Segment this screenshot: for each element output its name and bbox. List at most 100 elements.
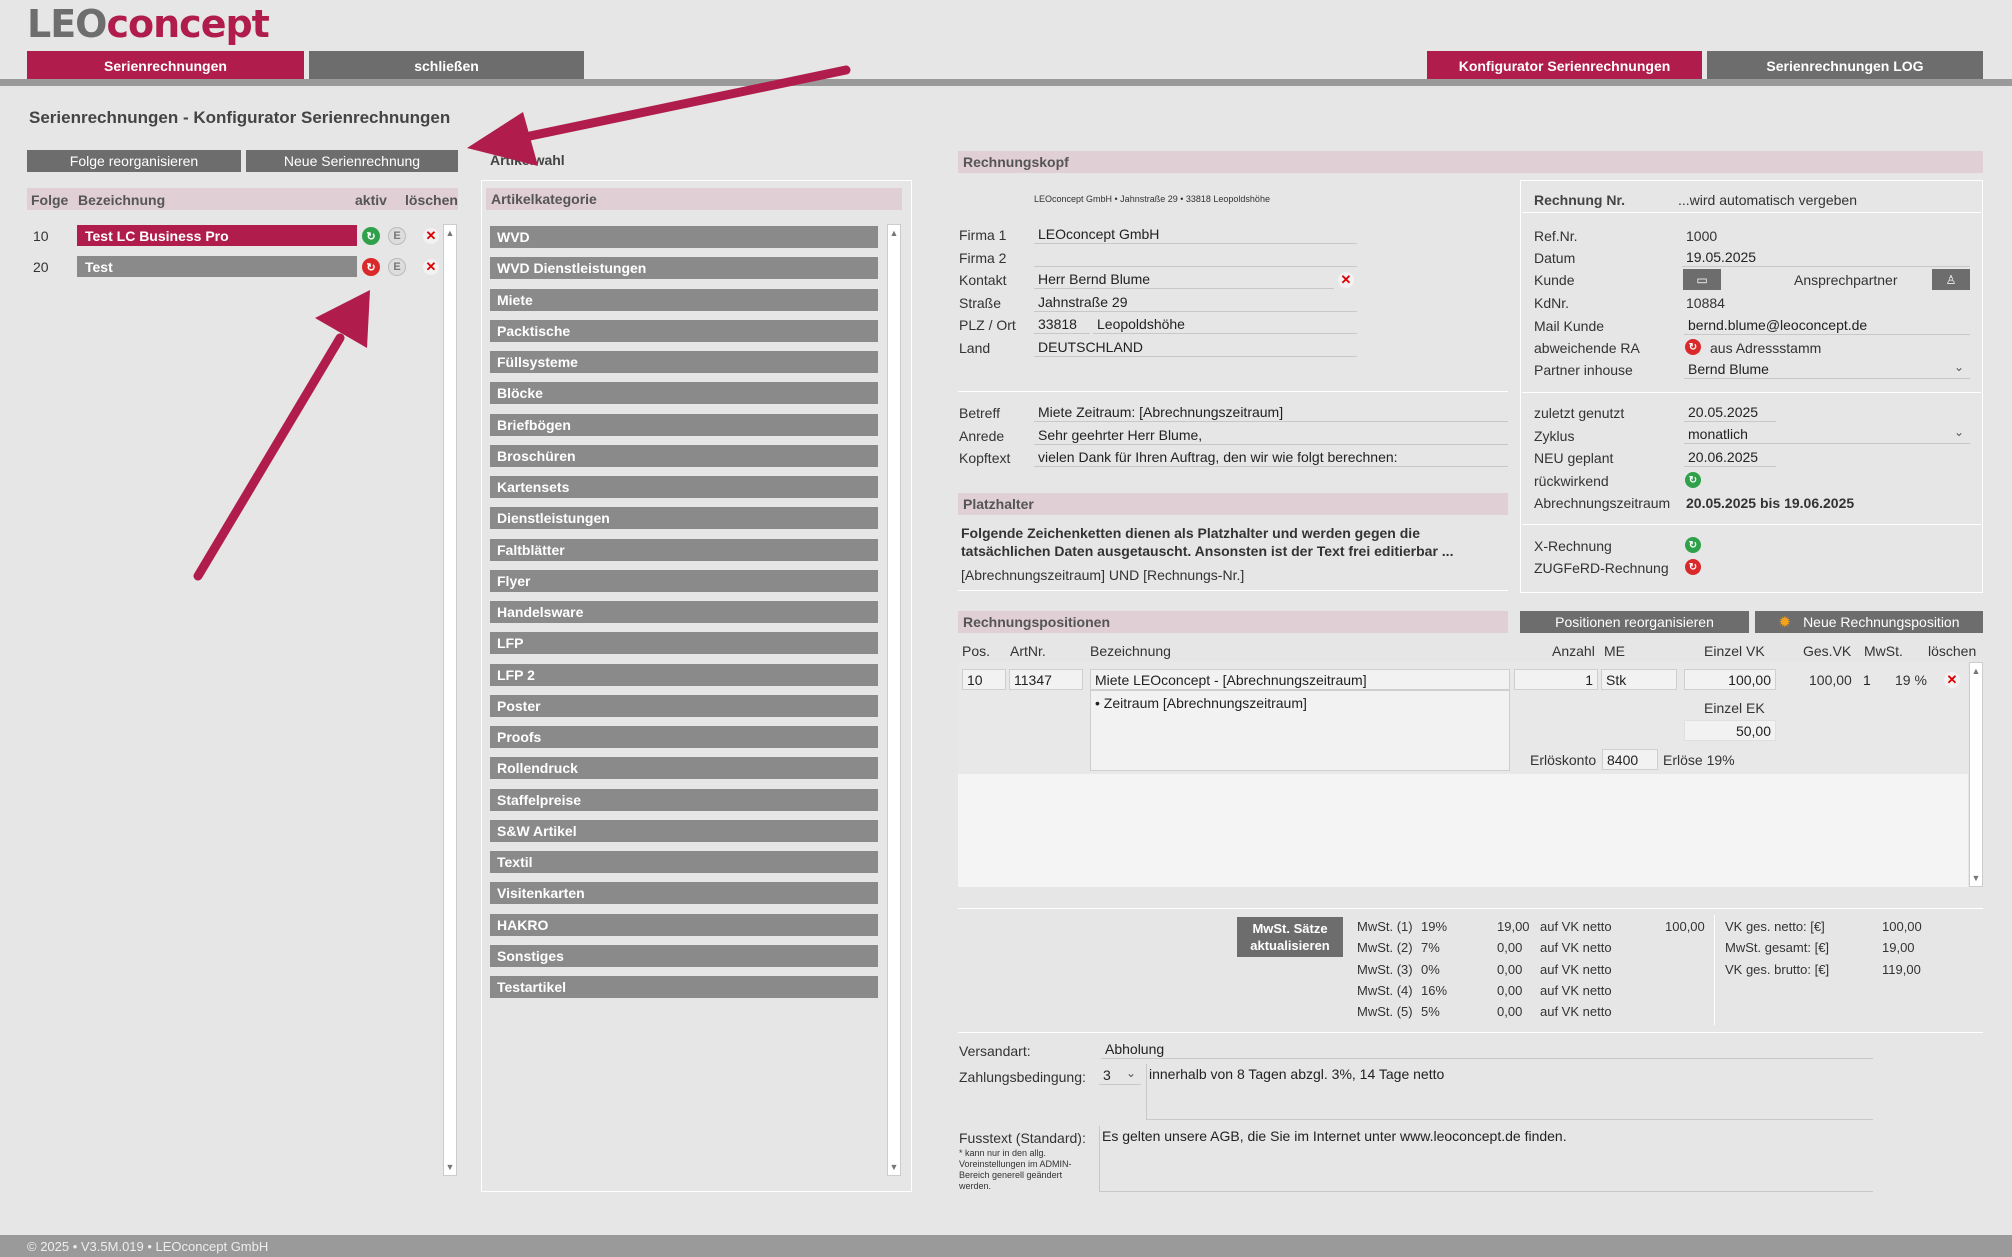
edit-e-icon[interactable]: E — [388, 227, 406, 245]
scroll-up-icon[interactable]: ▲ — [888, 227, 900, 239]
fusstext-field[interactable]: Es gelten unsere AGB, die Sie im Interne… — [1099, 1126, 1873, 1192]
category-item[interactable]: Textil — [490, 851, 878, 873]
category-item[interactable]: LFP 2 — [490, 663, 878, 686]
rueckwirkend-toggle-icon[interactable]: ↻ — [1685, 472, 1701, 488]
scroll-down-icon[interactable]: ▼ — [888, 1161, 900, 1173]
chevron-down-icon[interactable]: ⌄ — [1954, 425, 1964, 439]
serie-item-test[interactable]: Test — [77, 256, 357, 277]
category-item[interactable]: Füllsysteme — [490, 351, 878, 373]
scroll-up-icon[interactable]: ▲ — [444, 227, 456, 239]
category-item[interactable]: Kartensets — [490, 476, 878, 498]
einzel-vk-field[interactable]: 100,00 — [1684, 669, 1776, 690]
einzel-ek-field[interactable]: 50,00 — [1684, 720, 1776, 741]
zugferd-toggle-icon[interactable]: ↻ — [1685, 559, 1701, 575]
category-item[interactable]: WVD Dienstleistungen — [490, 257, 878, 280]
delete-x-icon[interactable]: ✕ — [423, 259, 439, 275]
zyklus-select[interactable]: monatlich — [1684, 425, 1970, 444]
category-item[interactable]: Flyer — [490, 569, 878, 592]
delete-x-icon[interactable]: ✕ — [423, 228, 439, 244]
category-item[interactable]: Proofs — [490, 726, 878, 748]
serie-item-test-lc-business-pro[interactable]: Test LC Business Pro — [77, 225, 357, 246]
category-item[interactable]: Miete — [490, 288, 878, 311]
edit-e-icon[interactable]: E — [388, 258, 406, 276]
chevron-down-icon[interactable]: ⌄ — [1126, 1066, 1136, 1080]
ort-field[interactable]: Leopoldshöhe — [1093, 315, 1357, 334]
strasse-field[interactable]: Jahnstraße 29 — [1034, 293, 1357, 312]
konfigurator-button[interactable]: Konfigurator Serienrechnungen — [1427, 51, 1702, 80]
category-item[interactable]: Sonstiges — [490, 944, 878, 967]
col-loeschen: löschen — [1928, 643, 1977, 659]
person-icon[interactable]: ♙ — [1932, 269, 1970, 290]
category-item[interactable]: Packtische — [490, 319, 878, 342]
category-item[interactable]: HAKRO — [490, 913, 878, 936]
land-field[interactable]: DEUTSCHLAND — [1034, 338, 1357, 357]
scroll-up-icon[interactable]: ▲ — [1970, 665, 1982, 677]
zahlung-text-field[interactable]: innerhalb von 8 Tagen abzgl. 3%, 14 Tage… — [1146, 1064, 1873, 1120]
category-item[interactable]: Visitenkarten — [490, 882, 878, 905]
erloeskonto-field[interactable]: 8400 — [1602, 749, 1658, 770]
chevron-down-icon[interactable]: ⌄ — [1954, 360, 1964, 374]
inactive-toggle-icon[interactable]: ↻ — [362, 258, 380, 276]
category-item[interactable]: Poster — [490, 694, 878, 717]
neue-serienrechnung-button[interactable]: Neue Serienrechnung — [246, 150, 458, 172]
zuletzt-label: zuletzt genutzt — [1534, 405, 1625, 421]
partner-select[interactable]: Bernd Blume — [1684, 360, 1970, 379]
folge-reorganisieren-button[interactable]: Folge reorganisieren — [27, 150, 241, 172]
active-toggle-icon[interactable]: ↻ — [362, 227, 380, 245]
firma2-field[interactable] — [1034, 248, 1357, 267]
serienrechnungen-button[interactable]: Serienrechnungen — [27, 51, 304, 80]
mail-field[interactable]: bernd.blume@leoconcept.de — [1684, 316, 1970, 335]
bezeichnung-field[interactable]: Miete LEOconcept - [Abrechnungszeitraum] — [1090, 669, 1510, 690]
kunde-card-icon[interactable]: ▭ — [1683, 269, 1721, 290]
anrede-field[interactable]: Sehr geehrter Herr Blume, — [1034, 426, 1508, 445]
category-item[interactable]: Dienstleistungen — [490, 507, 878, 530]
mwst-label: MwSt. (5) — [1357, 1004, 1413, 1020]
category-item[interactable]: Briefbögen — [490, 413, 878, 436]
artikel-scrollbar[interactable]: ▲ ▼ — [887, 224, 901, 1176]
delete-position-icon[interactable]: ✕ — [1944, 672, 1960, 688]
zuletzt-field[interactable]: 20.05.2025 — [1684, 403, 1776, 422]
versandart-field[interactable]: Abholung — [1101, 1040, 1873, 1059]
anrede-label: Anrede — [959, 428, 1005, 444]
scroll-down-icon[interactable]: ▼ — [1970, 872, 1982, 884]
serien-scrollbar[interactable]: ▲ ▼ — [443, 224, 457, 1176]
kdnr-label: KdNr. — [1534, 295, 1570, 311]
divider — [958, 1032, 1983, 1033]
mwst-code-field[interactable]: 1 — [1859, 669, 1879, 690]
positionen-reorganisieren-button[interactable]: Positionen reorganisieren — [1520, 611, 1749, 633]
firma1-field[interactable]: LEOconcept GmbH — [1034, 225, 1357, 244]
datum-field[interactable]: 19.05.2025 — [1682, 248, 1970, 267]
pos-field[interactable]: 10 — [962, 669, 1006, 690]
plz-field[interactable]: 33818 — [1034, 315, 1090, 334]
abw-ra-toggle-icon[interactable]: ↻ — [1685, 339, 1701, 355]
mwst-aktualisieren-button[interactable]: MwSt. Sätze aktualisieren — [1237, 917, 1343, 957]
betreff-field[interactable]: Miete Zeitraum: [Abrechnungszeitraum] — [1034, 403, 1508, 422]
category-item[interactable]: LFP — [490, 632, 878, 655]
category-item[interactable]: Rollendruck — [490, 757, 878, 780]
log-button[interactable]: Serienrechnungen LOG — [1707, 51, 1983, 80]
anzahl-field[interactable]: 1 — [1514, 669, 1598, 690]
detail-textarea[interactable]: • Zeitraum [Abrechnungszeitraum] — [1090, 690, 1510, 771]
artnr-field[interactable]: 11347 — [1009, 669, 1083, 690]
category-item[interactable]: Broschüren — [490, 444, 878, 467]
schliessen-button[interactable]: schließen — [309, 51, 584, 80]
category-item[interactable]: Blöcke — [490, 382, 878, 405]
divider — [958, 908, 1983, 909]
sum-value: 119,00 — [1882, 961, 1921, 977]
category-item[interactable]: Staffelpreise — [490, 788, 878, 811]
neue-rechnungsposition-button[interactable]: ✹ Neue Rechnungsposition — [1755, 611, 1983, 633]
kopftext-field[interactable]: vielen Dank für Ihren Auftrag, den wir w… — [1034, 448, 1508, 467]
sum-value: 100,00 — [1882, 919, 1922, 934]
category-item[interactable]: Testartikel — [490, 976, 878, 998]
category-item[interactable]: WVD — [490, 226, 878, 248]
kontakt-field[interactable]: Herr Bernd Blume — [1034, 270, 1334, 289]
me-field[interactable]: Stk — [1601, 669, 1677, 690]
category-item[interactable]: Faltblätter — [490, 538, 878, 561]
category-item[interactable]: S&W Artikel — [490, 819, 878, 842]
scroll-down-icon[interactable]: ▼ — [444, 1161, 456, 1173]
neu-geplant-field[interactable]: 20.06.2025 — [1684, 448, 1776, 467]
xrechnung-toggle-icon[interactable]: ↻ — [1685, 537, 1701, 553]
category-item[interactable]: Handelsware — [490, 601, 878, 623]
kontakt-remove-icon[interactable]: ✕ — [1338, 272, 1354, 288]
positions-scrollbar[interactable]: ▲ ▼ — [1969, 662, 1983, 887]
